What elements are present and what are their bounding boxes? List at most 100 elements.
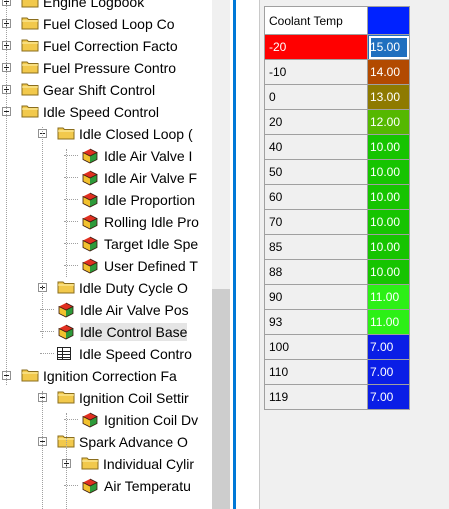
tree-item-idle-control-base[interactable]: Idle Control Base xyxy=(0,321,212,343)
tree-item-label: Gear Shift Control xyxy=(43,82,156,98)
table-map-icon xyxy=(58,324,74,340)
table-row: 70 10.00 xyxy=(264,209,410,235)
table-map-icon xyxy=(82,258,98,274)
tree-item-ignition-coil-settings[interactable]: Ignition Coil Settir xyxy=(0,387,212,409)
row-value-cell[interactable]: 10.00 xyxy=(367,159,410,185)
row-value-cell[interactable]: 10.00 xyxy=(367,234,410,260)
tree-item-spark-advance[interactable]: Spark Advance O xyxy=(0,431,212,453)
row-key-cell[interactable]: 85 xyxy=(264,234,368,260)
tree-item-fuel-pressure[interactable]: Fuel Pressure Contro xyxy=(0,57,212,79)
table-row: 60 10.00 xyxy=(264,184,410,210)
tree-item-label: Ignition Coil Dv xyxy=(104,412,199,428)
tree-scrollbar[interactable] xyxy=(212,0,230,509)
row-key-cell[interactable]: 110 xyxy=(264,359,368,385)
folder-icon xyxy=(21,61,39,74)
row-key-cell[interactable]: 90 xyxy=(264,284,368,310)
table-row: 85 10.00 xyxy=(264,234,410,260)
tree-item-idle-proportion[interactable]: Idle Proportion xyxy=(0,189,212,211)
folder-icon xyxy=(81,457,99,470)
tree-item-label: Individual Cylir xyxy=(103,456,195,472)
tree-item-individual-cylinder[interactable]: Individual Cylir xyxy=(0,453,212,475)
tree-scrollbar-thumb[interactable] xyxy=(212,289,230,509)
row-key-cell[interactable]: 119 xyxy=(264,384,368,410)
tree-guide-line xyxy=(66,149,67,277)
row-value-cell[interactable]: 11.00 xyxy=(367,284,410,310)
folder-icon xyxy=(21,39,39,52)
row-key-cell[interactable]: 20 xyxy=(264,109,368,135)
row-key-cell[interactable]: 100 xyxy=(264,334,368,360)
table-row: 20 12.00 xyxy=(264,109,410,135)
tree-item-ignition-coil-dwell[interactable]: Ignition Coil Dv xyxy=(0,409,212,431)
tree-item-label: Ignition Coil Settir xyxy=(79,390,189,406)
tree-item-label: Idle Speed Contro xyxy=(79,346,192,362)
row-key-cell[interactable]: 88 xyxy=(264,259,368,285)
tree-item-label: Ignition Correction Fa xyxy=(43,368,177,384)
tree-item-target-idle[interactable]: Target Idle Spe xyxy=(0,233,212,255)
row-value-cell[interactable]: 7.00 xyxy=(367,384,410,410)
row-key-cell[interactable]: 93 xyxy=(264,309,368,335)
folder-icon xyxy=(21,105,39,118)
folder-icon xyxy=(57,391,75,404)
table-map-icon xyxy=(58,302,74,318)
row-value-cell[interactable]: 10.00 xyxy=(367,259,410,285)
tree-guide-line xyxy=(66,413,67,509)
table-map-icon xyxy=(82,214,98,230)
tree-item-idle-speed-contro[interactable]: Idle Speed Contro xyxy=(0,343,212,365)
table-map-icon xyxy=(82,412,98,428)
row-value-cell[interactable]: 15.00 xyxy=(367,34,410,60)
table-map-icon xyxy=(82,236,98,252)
tree-item-idle-air-valve-1[interactable]: Idle Air Valve I xyxy=(0,145,212,167)
table-map-icon xyxy=(82,192,98,208)
tree-item-fuel-correction[interactable]: Fuel Correction Facto xyxy=(0,35,212,57)
table-map-icon xyxy=(82,170,98,186)
row-key-cell[interactable]: 0 xyxy=(264,84,368,110)
folder-icon xyxy=(21,17,39,30)
row-key-cell[interactable]: 60 xyxy=(264,184,368,210)
folder-icon xyxy=(57,281,75,294)
tree-item-rolling-idle[interactable]: Rolling Idle Pro xyxy=(0,211,212,233)
tree-item-gear-shift[interactable]: Gear Shift Control xyxy=(0,79,212,101)
row-value-cell[interactable]: 10.00 xyxy=(367,209,410,235)
tree-item-label: Fuel Correction Facto xyxy=(43,38,178,54)
table-row: -10 14.00 xyxy=(264,59,410,85)
tree-item-idle-speed-control[interactable]: Idle Speed Control xyxy=(0,101,212,123)
row-key-cell[interactable]: 40 xyxy=(264,134,368,160)
tree-item-ignition-correction[interactable]: Ignition Correction Fa xyxy=(0,365,212,387)
table-row: 0 13.00 xyxy=(264,84,410,110)
row-key-cell[interactable]: 50 xyxy=(264,159,368,185)
row-value-cell[interactable]: 7.00 xyxy=(367,359,410,385)
row-value-cell[interactable]: 7.00 xyxy=(367,334,410,360)
row-key-cell[interactable]: -10 xyxy=(264,59,368,85)
tree-item-air-temperature[interactable]: Air Temperatu xyxy=(0,475,212,497)
row-key-cell[interactable]: -20 xyxy=(264,34,368,60)
tree-item-engine-logbook[interactable]: Engine Logbook xyxy=(0,0,212,13)
tree-item-user-defined[interactable]: User Defined T xyxy=(0,255,212,277)
table-row: 119 7.00 xyxy=(264,384,410,410)
row-value-cell[interactable]: 11.00 xyxy=(367,309,410,335)
table-row: 93 11.00 xyxy=(264,309,410,335)
table-row: 100 7.00 xyxy=(264,334,410,360)
tree-item-label: Engine Logbook xyxy=(43,0,145,10)
table-row: 88 10.00 xyxy=(264,259,410,285)
row-key-cell[interactable]: 70 xyxy=(264,209,368,235)
tree-item-label: Idle Air Valve F xyxy=(104,170,198,186)
tree-item-idle-closed-loop[interactable]: Idle Closed Loop ( xyxy=(0,123,212,145)
row-value-cell[interactable]: 13.00 xyxy=(367,84,410,110)
tree-item-label: Fuel Closed Loop Co xyxy=(43,16,175,32)
tree-item-fuel-closed-loop[interactable]: Fuel Closed Loop Co xyxy=(0,13,212,35)
tree-item-idle-duty-cycle[interactable]: Idle Duty Cycle O xyxy=(0,277,212,299)
table-map-icon xyxy=(82,478,98,494)
row-value-cell[interactable]: 14.00 xyxy=(367,59,410,85)
tree-guide-line xyxy=(42,127,43,338)
coolant-temp-table: Coolant Temp -20 15.00 -10 14.00 0 13.00 20 12.… xyxy=(264,6,410,410)
tree-item-idle-air-valve-2[interactable]: Idle Air Valve F xyxy=(0,167,212,189)
table-row: 110 7.00 xyxy=(264,359,410,385)
row-value-cell[interactable]: 10.00 xyxy=(367,134,410,160)
row-value-cell[interactable]: 10.00 xyxy=(367,184,410,210)
tree-item-label: Idle Duty Cycle O xyxy=(79,280,188,296)
row-value-cell[interactable]: 12.00 xyxy=(367,109,410,135)
tree-item-label: Rolling Idle Pro xyxy=(104,214,199,230)
table-header-value[interactable] xyxy=(367,6,410,35)
tree-item-label: Idle Air Valve Pos xyxy=(80,302,189,318)
tree-item-idle-air-valve-pos[interactable]: Idle Air Valve Pos xyxy=(0,299,212,321)
